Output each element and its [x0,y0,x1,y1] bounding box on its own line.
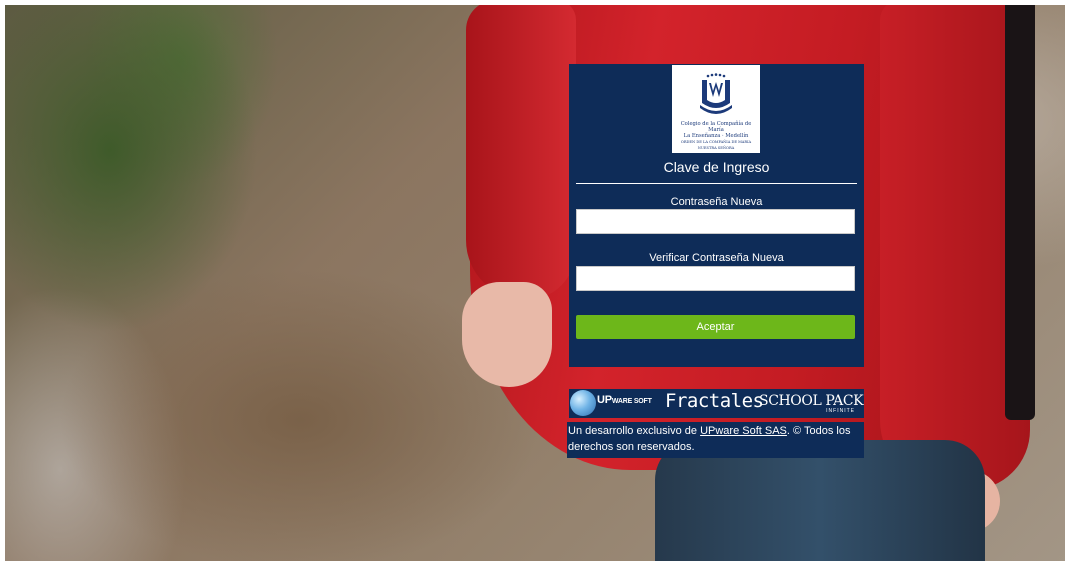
accept-button[interactable]: Aceptar [576,315,855,339]
schoolpack-logo: SCHOOL PACK [759,393,864,409]
child-left-hand [462,282,552,387]
verify-password-input[interactable] [576,266,855,291]
new-password-label: Contraseña Nueva [670,196,763,208]
infinite-tag: INFINITE [826,408,855,414]
password-panel: Colegio de la Compañía de María La Enseñ… [569,64,864,367]
new-password-input[interactable] [576,209,855,234]
school-name: Colegio de la Compañía de María La Enseñ… [674,121,758,151]
child-jeans [655,440,985,566]
upware-logo-main: UP [597,394,612,406]
footer-note: Un desarrollo exclusivo de UPware Soft S… [567,422,864,458]
upware-link[interactable]: UPware Soft SAS [700,425,787,437]
school-logo: Colegio de la Compañía de María La Enseñ… [672,65,760,153]
sleeve-stripe [1005,0,1035,420]
school-name-line1: Colegio de la Compañía de María [680,121,752,133]
footer-prefix: Un desarrollo exclusivo de [568,425,701,437]
upware-logo: UPWARE SOFT [597,394,652,406]
background-photo [0,0,1070,566]
fractales-logo: Fractales [665,390,764,412]
jacket-left-sleeve [466,0,576,300]
title-divider [576,183,857,184]
upware-logo-sub: WARE SOFT [611,398,652,405]
brand-bar: UPWARE SOFT Fractales SCHOOL PACK INFINI… [569,389,864,418]
globe-icon [570,390,596,416]
school-name-line3: ORDEN DE LA COMPAÑIA DE MARIA NUESTRA SE… [680,140,752,150]
verify-password-label: Verificar Contraseña Nueva [649,252,784,264]
panel-title: Clave de Ingreso [663,159,770,175]
school-crest-icon [700,73,732,114]
